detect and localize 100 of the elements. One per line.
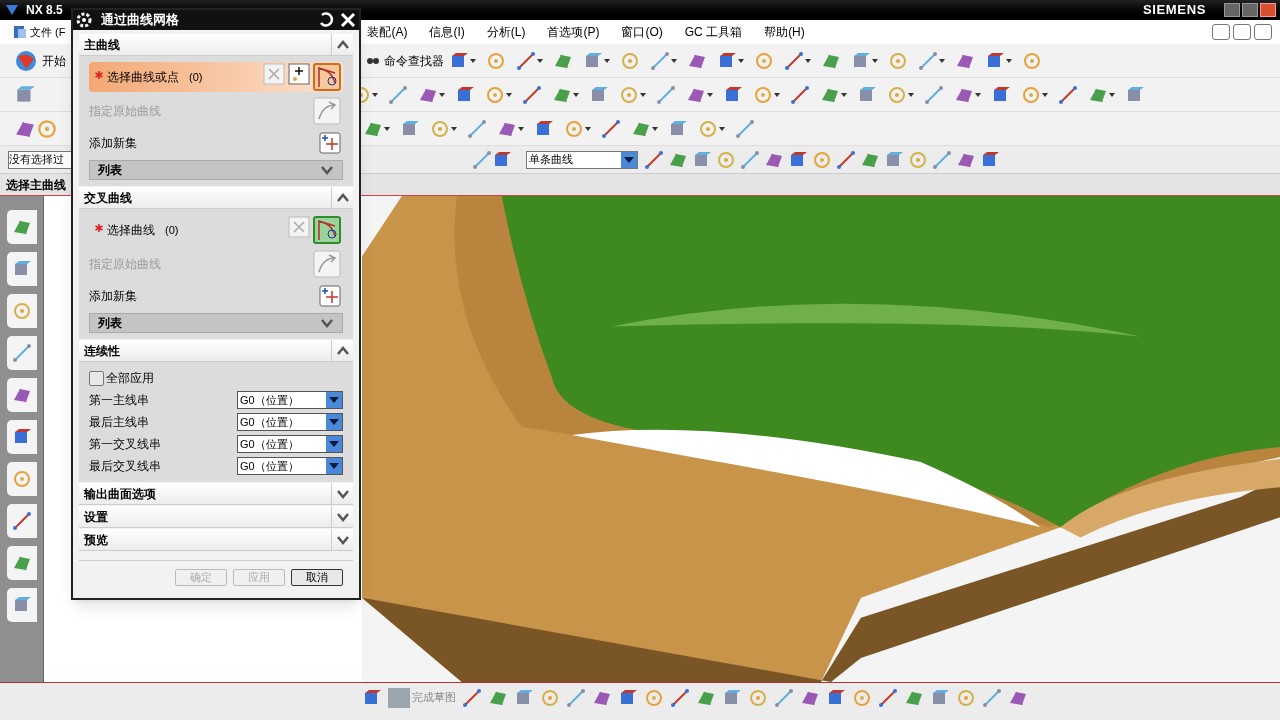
collapse-icon[interactable] [335, 345, 350, 356]
section-header[interactable]: 连续性 [79, 340, 353, 362]
expand-icon[interactable] [320, 165, 334, 175]
continuity-dropdown[interactable]: G0（位置） [237, 457, 343, 475]
dropdown-value: G0（位置） [239, 436, 300, 452]
dropdown-arrow-icon[interactable] [908, 92, 914, 97]
command-finder[interactable]: 命令查找器 [384, 51, 444, 70]
section-header[interactable]: 主曲线 [79, 34, 353, 56]
dropdown-arrow-icon[interactable] [372, 92, 378, 97]
selection-row[interactable]: 选择曲线或点 (0) [89, 62, 343, 92]
dropdown-arrow-icon[interactable] [470, 58, 476, 63]
collapse-icon[interactable] [335, 39, 350, 50]
resource-tab[interactable] [6, 336, 37, 370]
section-header[interactable]: 预览 [79, 529, 353, 551]
resource-tab[interactable] [6, 462, 37, 496]
dropdown-arrow-icon[interactable] [1006, 58, 1012, 63]
menu-item[interactable]: 首选项(P) [547, 23, 600, 41]
list-toggle[interactable]: 列表 [89, 313, 343, 333]
dropdown-arrow-icon[interactable] [738, 58, 744, 63]
collapse-icon[interactable] [335, 192, 350, 203]
continuity-dropdown[interactable]: G0（位置） [237, 391, 343, 409]
dropdown-arrow-icon[interactable] [640, 92, 646, 97]
deselect-icon[interactable] [288, 216, 310, 238]
dropdown-value: G0（位置） [239, 458, 300, 474]
dropdown-arrow-icon[interactable] [1042, 92, 1048, 97]
add-set-icon[interactable] [319, 132, 341, 154]
selection-row[interactable]: 选择曲线 (0) [89, 215, 343, 245]
expand-icon[interactable] [335, 534, 350, 545]
menu-item[interactable]: GC 工具箱 [684, 23, 743, 41]
resource-tab[interactable] [6, 588, 37, 622]
resource-tab[interactable] [6, 294, 37, 328]
select-label: 选择曲线 [107, 222, 155, 239]
curve-icon[interactable] [313, 97, 341, 125]
dropdown-arrow-icon[interactable] [774, 92, 780, 97]
minimize-icon[interactable] [1212, 24, 1230, 40]
section-header[interactable]: 交叉曲线 [79, 187, 353, 209]
checkbox[interactable] [89, 370, 104, 386]
dropdown-arrow-icon[interactable] [573, 92, 579, 97]
list-toggle[interactable]: 列表 [89, 160, 343, 180]
dropdown-arrow-icon[interactable] [518, 126, 524, 131]
resource-tab[interactable] [6, 504, 37, 538]
curve-icon[interactable] [313, 250, 341, 278]
dropdown-arrow-icon[interactable] [652, 126, 658, 131]
section-header[interactable]: 输出曲面选项 [79, 483, 353, 505]
dropdown-arrow-icon[interactable] [671, 58, 677, 63]
resource-tab[interactable] [6, 546, 37, 580]
settings-icon[interactable] [75, 11, 93, 29]
apply-all-label: 全部应用 [106, 370, 154, 387]
menu-item[interactable]: 信息(I) [429, 23, 465, 41]
add-point-icon[interactable] [288, 63, 310, 85]
dropdown-arrow-icon[interactable] [585, 126, 591, 131]
section-title: 预览 [84, 531, 109, 549]
dropdown-arrow-icon[interactable] [707, 92, 713, 97]
continuity-label: 最后交叉线串 [89, 458, 161, 475]
binoculars-icon [366, 56, 380, 65]
required-icon [95, 71, 103, 79]
menu-item[interactable]: 装配(A) [367, 23, 408, 41]
restore-icon[interactable] [1233, 24, 1251, 40]
expand-icon[interactable] [320, 318, 334, 328]
expand-icon[interactable] [335, 511, 350, 522]
dropdown-arrow-icon[interactable] [1109, 92, 1115, 97]
maximize-icon[interactable] [1242, 3, 1258, 17]
dropdown-arrow-icon[interactable] [537, 58, 543, 63]
dropdown-arrow-icon[interactable] [939, 58, 945, 63]
curve-select-icon[interactable] [313, 216, 341, 244]
dropdown-arrow-icon[interactable] [872, 58, 878, 63]
dropdown-arrow-icon[interactable] [451, 126, 457, 131]
menu-item[interactable]: 文件 (F [30, 23, 66, 41]
dropdown-arrow-icon[interactable] [604, 58, 610, 63]
start-button[interactable]: 开始 [42, 51, 66, 70]
dropdown-arrow-icon[interactable] [439, 92, 445, 97]
dropdown-arrow-icon[interactable] [384, 126, 390, 131]
add-set-icon[interactable] [319, 285, 341, 307]
continuity-dropdown[interactable]: G0（位置） [237, 435, 343, 453]
add-set-label: 添加新集 [89, 135, 137, 152]
continuity-dropdown[interactable]: G0（位置） [237, 413, 343, 431]
continuity-label: 最后主线串 [89, 414, 149, 431]
dropdown-arrow-icon[interactable] [975, 92, 981, 97]
resource-tab[interactable] [6, 210, 37, 244]
resource-tab[interactable] [6, 378, 37, 412]
select-label: 选择曲线或点 [107, 69, 179, 86]
curve-select-icon[interactable] [313, 63, 341, 91]
dropdown-arrow-icon[interactable] [841, 92, 847, 97]
expand-icon[interactable] [335, 488, 350, 499]
dialog-button[interactable]: 取消 [291, 569, 343, 586]
required-icon [95, 224, 103, 232]
reset-icon[interactable] [317, 11, 335, 29]
menu-item[interactable]: 分析(L) [486, 23, 526, 41]
menu-item[interactable]: 窗口(O) [621, 23, 663, 41]
dropdown-arrow-icon[interactable] [506, 92, 512, 97]
type-filter-dropdown[interactable]: 没有选择过 [8, 150, 74, 169]
curve-rule-dropdown[interactable]: 单条曲线 [526, 150, 638, 169]
dropdown-arrow-icon[interactable] [719, 126, 725, 131]
resource-tab[interactable] [6, 252, 37, 286]
dropdown-arrow-icon[interactable] [805, 58, 811, 63]
minimize-icon[interactable] [1224, 3, 1240, 17]
resource-tab[interactable] [6, 420, 37, 454]
menu-item[interactable]: 帮助(H) [764, 23, 805, 41]
add-set-label: 添加新集 [89, 288, 137, 305]
section-header[interactable]: 设置 [79, 506, 353, 528]
